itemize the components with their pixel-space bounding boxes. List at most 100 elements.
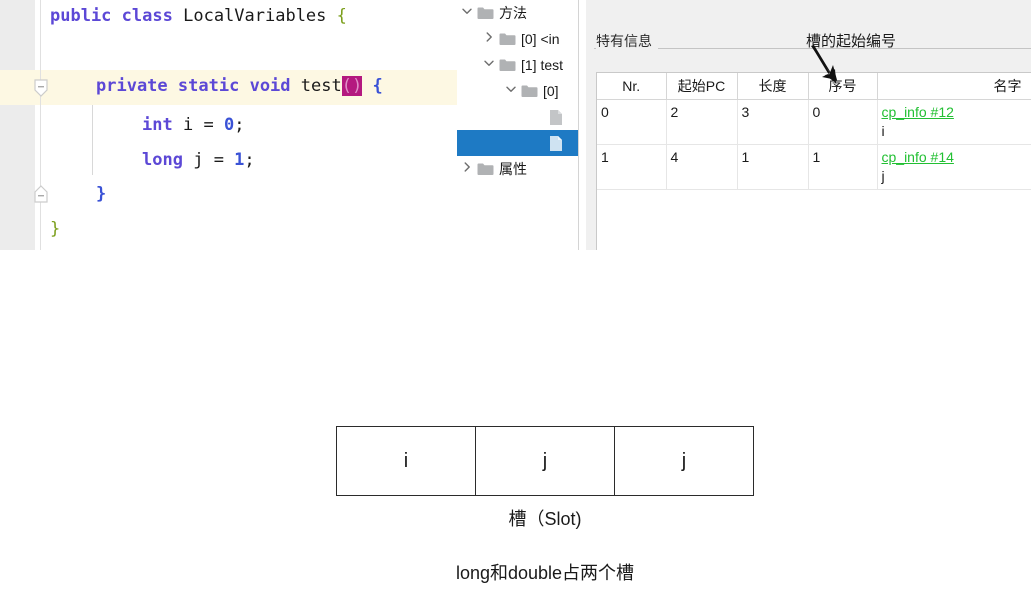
- file-icon: [549, 135, 563, 152]
- folder-icon: [477, 162, 494, 176]
- down-right-arrow-icon: [811, 45, 837, 83]
- fold-marker-method-end[interactable]: [34, 185, 48, 203]
- code-token: }: [50, 219, 61, 239]
- tree-item-label: [0]: [543, 83, 559, 99]
- group-box-title: 特有信息: [596, 31, 658, 51]
- folder-icon: [477, 6, 494, 20]
- code-token: public: [50, 6, 112, 26]
- column-header-start-pc[interactable]: 起始PC: [666, 73, 738, 100]
- code-token: int: [142, 115, 173, 135]
- local-variable-table: Nr. 起始PC 长度 序号 名字 0 2 3 0 cp_info #12 i 1 4 1 1 cp…: [597, 73, 1031, 190]
- code-token: (): [341, 76, 363, 96]
- table-body: 0 2 3 0 cp_info #12 i 1 4 1 1 cp_info #14 j: [597, 99, 1031, 190]
- slot-diagram-note: long和double占两个槽: [455, 563, 635, 583]
- gutter-divider: [40, 0, 41, 250]
- code-line-4: long j = 1;: [142, 150, 255, 170]
- cell-index: 0: [808, 99, 878, 145]
- tree-item-label: 方法: [499, 5, 527, 21]
- code-token: ;: [244, 150, 255, 170]
- cp-info-link[interactable]: cp_info #14: [882, 148, 1030, 167]
- code-token: {: [336, 6, 347, 26]
- code-line-5: }: [96, 184, 106, 204]
- tree-item-method-1-test[interactable]: [1] test: [457, 52, 578, 78]
- code-line-1: public class LocalVariables {: [50, 6, 347, 26]
- chevron-right-icon[interactable]: [461, 161, 477, 177]
- indent-guide: [92, 105, 93, 175]
- tree-item-method-0[interactable]: [0] <in: [457, 26, 578, 52]
- tree-rows: 方法 [0] <in [1] test [0] 属性: [457, 0, 578, 182]
- editor-gutter[interactable]: [0, 0, 35, 250]
- code-token: ;: [234, 115, 245, 135]
- code-token: {: [372, 76, 383, 96]
- code-token: =: [193, 115, 224, 135]
- slot-cell: j: [681, 449, 687, 472]
- fold-marker-method[interactable]: [34, 79, 48, 97]
- code-token: static: [177, 76, 240, 96]
- tree-item-file-1[interactable]: [457, 104, 578, 130]
- code-token: i: [182, 115, 194, 135]
- code-token: void: [249, 76, 291, 96]
- cell-start-pc: 4: [666, 144, 738, 190]
- code-token: 0: [223, 115, 235, 135]
- tree-item-label: [0] <in: [521, 31, 560, 47]
- folder-icon: [499, 58, 516, 72]
- tree-item-label: [1] test: [521, 57, 564, 73]
- tree-item-methods[interactable]: 方法: [457, 0, 578, 26]
- chevron-down-icon[interactable]: [505, 83, 521, 99]
- cell-name: cp_info #12 i: [877, 99, 1031, 145]
- chevron-down-icon[interactable]: [461, 5, 477, 21]
- slot-diagram-caption: 槽（Slot): [508, 509, 582, 529]
- code-token: j: [193, 150, 204, 170]
- column-header-nr[interactable]: Nr.: [597, 73, 667, 100]
- cell-name: cp_info #14 j: [877, 144, 1031, 190]
- code-token: 1: [234, 150, 245, 170]
- code-token: test: [300, 76, 342, 96]
- tree-item-properties[interactable]: 属性: [457, 156, 578, 182]
- variable-name: j: [881, 168, 885, 184]
- structure-tree-panel[interactable]: 方法 [0] <in [1] test [0] 属性: [457, 0, 579, 250]
- column-header-length[interactable]: 长度: [737, 73, 809, 100]
- chevron-down-icon[interactable]: [483, 57, 499, 73]
- code-line-3: int i = 0;: [142, 115, 244, 135]
- table-row[interactable]: 0 2 3 0 cp_info #12 i: [597, 99, 1031, 145]
- code-line-6: }: [50, 219, 60, 239]
- column-header-name[interactable]: 名字: [877, 73, 1031, 100]
- local-variable-table-wrapper[interactable]: Nr. 起始PC 长度 序号 名字 0 2 3 0 cp_info #12 i 1 4 1 1 cp…: [596, 72, 1031, 250]
- code-editor[interactable]: public class LocalVariables {private sta…: [0, 0, 457, 250]
- cell-length: 3: [737, 99, 809, 145]
- cell-index: 1: [808, 144, 878, 190]
- slot-diagram: ijj: [336, 426, 754, 496]
- code-token: }: [96, 184, 107, 204]
- cell-nr: 0: [597, 99, 667, 145]
- folder-icon: [521, 84, 538, 98]
- folder-icon: [499, 32, 516, 46]
- code-token: =: [203, 150, 235, 170]
- tree-item-file-2-selected[interactable]: [457, 130, 578, 156]
- file-icon: [549, 109, 563, 126]
- cell-nr: 1: [597, 144, 667, 190]
- cp-info-link[interactable]: cp_info #12: [882, 103, 1030, 122]
- code-token: LocalVariables: [183, 6, 327, 26]
- code-token: long: [142, 150, 183, 170]
- variable-name: i: [881, 123, 885, 139]
- chevron-right-icon[interactable]: [483, 31, 499, 47]
- code-token: class: [121, 6, 173, 26]
- tree-item-label: 属性: [499, 161, 527, 177]
- code-line-2: private static void test() {: [96, 76, 383, 96]
- cell-start-pc: 2: [666, 99, 738, 145]
- table-row[interactable]: 1 4 1 1 cp_info #14 j: [597, 144, 1031, 190]
- slot-cell: j: [476, 427, 615, 495]
- tree-item-attribute-0[interactable]: [0]: [457, 78, 578, 104]
- code-token: private: [96, 76, 168, 96]
- slot-cell: i: [337, 427, 476, 495]
- cell-length: 1: [737, 144, 809, 190]
